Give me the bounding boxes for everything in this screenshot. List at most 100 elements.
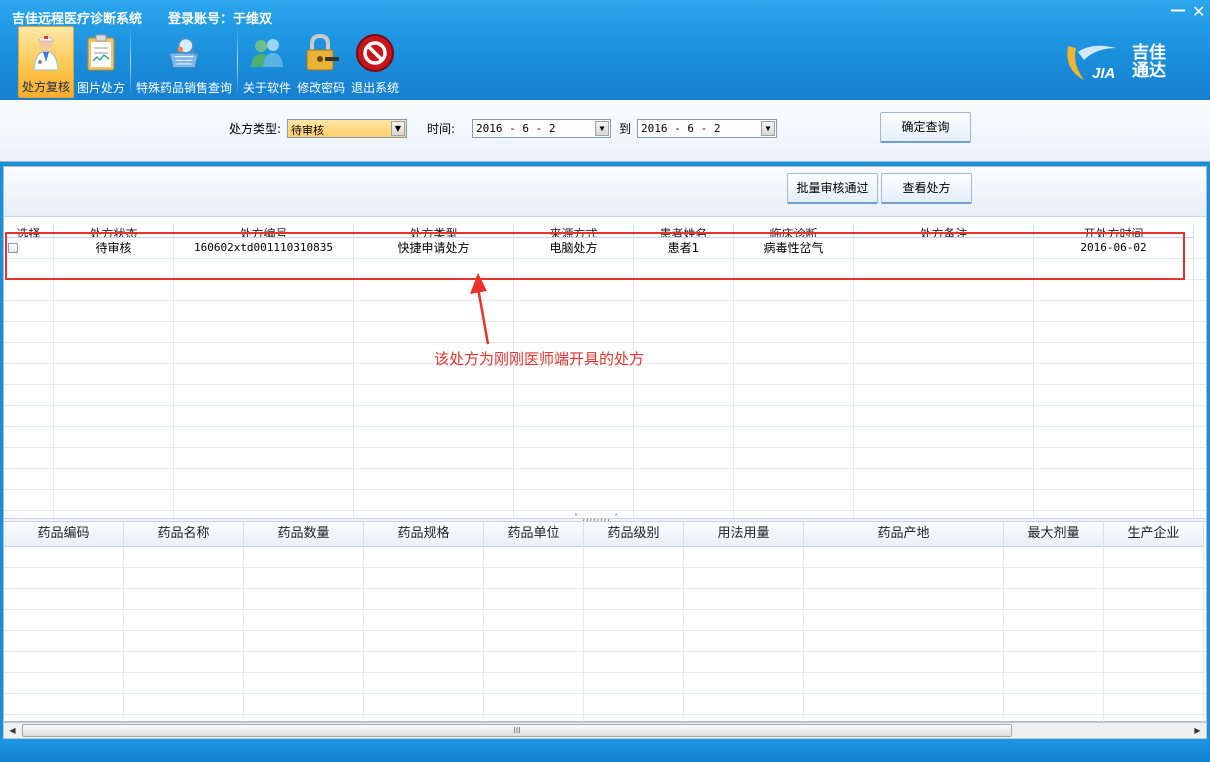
empty-cell xyxy=(634,364,734,385)
empty-cell xyxy=(634,427,734,448)
empty-cell xyxy=(684,673,804,694)
close-button[interactable]: ✕ xyxy=(1192,2,1205,21)
doctor-icon xyxy=(26,32,66,72)
empty-cell xyxy=(514,322,634,343)
empty-cell xyxy=(54,385,174,406)
empty-cell xyxy=(1004,673,1104,694)
empty-cell xyxy=(684,547,804,568)
empty-cell xyxy=(1104,610,1204,631)
empty-cell xyxy=(854,280,1034,301)
empty-row xyxy=(4,631,1206,652)
status-bar xyxy=(0,739,1210,762)
annotation-text: 该处方为刚刚医师端开具的处方 xyxy=(434,350,645,368)
empty-cell xyxy=(634,343,734,364)
empty-cell xyxy=(354,511,514,518)
column-header[interactable]: 生产企业 xyxy=(1104,522,1204,547)
column-header[interactable]: 药品单位 xyxy=(484,522,584,547)
tool-exit[interactable]: 退出系统 xyxy=(348,26,402,98)
empty-cell xyxy=(1104,547,1204,568)
empty-cell xyxy=(174,322,354,343)
column-header[interactable]: 药品数量 xyxy=(244,522,364,547)
empty-cell xyxy=(1034,343,1194,364)
annotation-arrow-icon xyxy=(470,273,490,345)
empty-cell xyxy=(54,469,174,490)
empty-cell xyxy=(124,547,244,568)
empty-cell xyxy=(854,343,1034,364)
stop-icon xyxy=(355,33,395,73)
empty-cell xyxy=(124,715,244,722)
empty-cell xyxy=(1034,280,1194,301)
tool-change-password[interactable]: 修改密码 xyxy=(294,26,348,98)
toolbar-separator xyxy=(237,29,239,95)
empty-cell xyxy=(514,427,634,448)
brand-name: 吉佳 通达 xyxy=(1132,44,1166,80)
empty-cell xyxy=(734,427,854,448)
dropdown-arrow-icon[interactable]: ▼ xyxy=(391,121,405,136)
prescription-type-select[interactable]: 待审核 ▼ xyxy=(287,119,407,138)
empty-row xyxy=(4,652,1206,673)
scroll-right-arrow-icon[interactable]: ▶ xyxy=(1190,724,1205,738)
empty-cell xyxy=(4,673,124,694)
column-header[interactable]: 最大剂量 xyxy=(1004,522,1104,547)
empty-cell xyxy=(1034,406,1194,427)
empty-cell xyxy=(364,652,484,673)
empty-cell xyxy=(584,715,684,722)
empty-cell xyxy=(354,406,514,427)
empty-cell xyxy=(584,673,684,694)
empty-cell xyxy=(484,631,584,652)
empty-cell xyxy=(1104,673,1204,694)
prescription-type-label: 处方类型: xyxy=(229,122,282,136)
column-header[interactable]: 药品级别 xyxy=(584,522,684,547)
splitter-grip-icon[interactable]: ˄ ,,,,,,,, ˄ xyxy=(574,513,619,522)
empty-cell xyxy=(734,490,854,511)
column-header[interactable]: 用法用量 xyxy=(684,522,804,547)
empty-cell xyxy=(1034,490,1194,511)
empty-cell xyxy=(684,610,804,631)
empty-cell xyxy=(54,322,174,343)
date-from-picker[interactable]: 2016 - 6 - 2 ▼ xyxy=(472,119,611,138)
empty-cell xyxy=(804,610,1004,631)
empty-cell xyxy=(244,715,364,722)
tool-prescription-review[interactable]: 处方复核 xyxy=(18,26,75,98)
empty-cell xyxy=(1034,511,1194,518)
dropdown-arrow-icon[interactable]: ▼ xyxy=(595,121,609,136)
empty-cell xyxy=(244,673,364,694)
column-header[interactable]: 药品规格 xyxy=(364,522,484,547)
empty-cell xyxy=(354,385,514,406)
column-header[interactable]: 药品产地 xyxy=(804,522,1004,547)
empty-cell xyxy=(1034,469,1194,490)
login-info: 登录账号：于维双 xyxy=(168,12,273,27)
tool-image-prescription[interactable]: 图片处方 xyxy=(74,26,128,98)
view-prescription-button[interactable]: 查看处方 xyxy=(881,173,972,204)
column-header[interactable]: 药品名称 xyxy=(124,522,244,547)
magnifier-cart-icon xyxy=(164,33,204,73)
scroll-left-arrow-icon[interactable]: ◀ xyxy=(5,724,20,738)
query-button[interactable]: 确定查询 xyxy=(880,112,971,143)
tool-label: 退出系统 xyxy=(351,81,400,95)
empty-cell xyxy=(484,694,584,715)
empty-cell xyxy=(174,448,354,469)
empty-cell xyxy=(1104,694,1204,715)
column-header[interactable]: 药品编码 xyxy=(4,522,124,547)
svg-text:JIA: JIA xyxy=(1092,65,1115,82)
empty-cell xyxy=(584,631,684,652)
empty-cell xyxy=(514,385,634,406)
empty-cell xyxy=(1004,610,1104,631)
tool-about[interactable]: 关于软件 xyxy=(240,26,294,98)
empty-cell xyxy=(684,652,804,673)
tool-label: 修改密码 xyxy=(297,81,346,95)
scrollbar-thumb[interactable]: III xyxy=(22,724,1012,737)
empty-cell xyxy=(174,469,354,490)
batch-approve-button[interactable]: 批量审核通过 xyxy=(787,173,878,204)
minimize-button[interactable]: — xyxy=(1170,0,1186,19)
empty-row xyxy=(4,406,1206,427)
empty-cell xyxy=(584,694,684,715)
empty-cell xyxy=(364,631,484,652)
horizontal-scrollbar[interactable]: ◀ III ▶ xyxy=(3,722,1207,739)
dropdown-arrow-icon[interactable]: ▼ xyxy=(761,121,775,136)
date-to-picker[interactable]: 2016 - 6 - 2 ▼ xyxy=(637,119,777,138)
tool-special-drug-query[interactable]: 特殊药品销售查询 xyxy=(133,26,235,98)
empty-cell xyxy=(4,652,124,673)
empty-cell xyxy=(4,406,54,427)
empty-cell xyxy=(634,322,734,343)
